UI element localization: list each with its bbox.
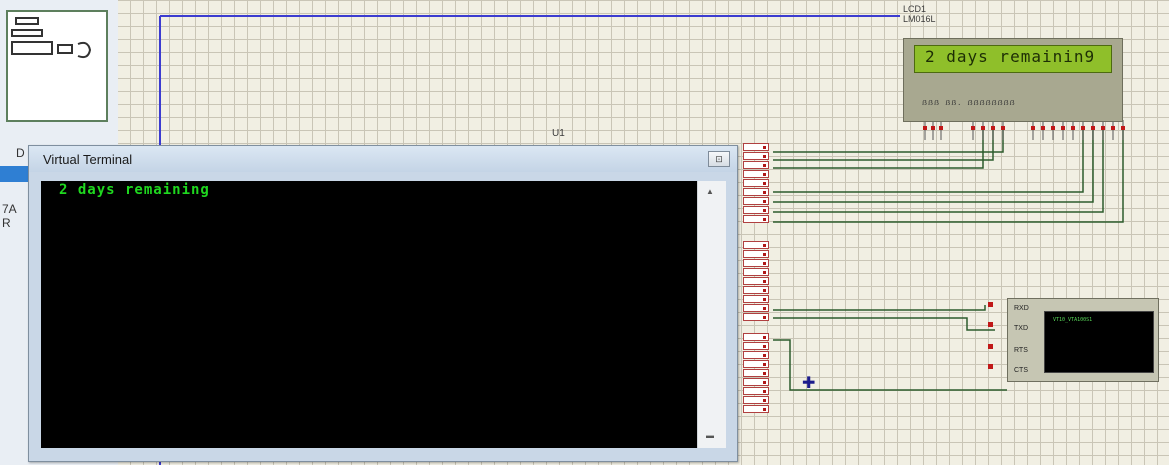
window-title: Virtual Terminal (43, 152, 133, 167)
chip-pin[interactable] (743, 268, 769, 276)
chip-pin[interactable] (743, 396, 769, 404)
virtual-terminal-component[interactable]: RXD TXD RTS CTS VT10_VTA100S1 (1007, 298, 1159, 382)
lcd-pin-labels: ẞẞẞ ẞẞ. ẞẞẞẞẞẞẞẞ (922, 99, 1016, 107)
pin-marker (988, 322, 993, 327)
chip-pin[interactable] (743, 259, 769, 267)
chip-pin[interactable] (743, 295, 769, 303)
terminal-output-text: 2 days remaining (59, 182, 210, 198)
chip-pin[interactable] (743, 277, 769, 285)
component-preview (6, 10, 108, 122)
terminal-output-area[interactable]: 2 days remaining (41, 181, 697, 448)
chip-pin[interactable] (743, 313, 769, 321)
chip-pin[interactable] (743, 333, 769, 341)
pin-marker (988, 364, 993, 369)
chip-pin[interactable] (743, 197, 769, 205)
chip-pin[interactable] (743, 250, 769, 258)
side-label-r: R (2, 216, 11, 230)
chip-pin[interactable] (743, 405, 769, 413)
pin-label-rxd: RXD (1014, 305, 1029, 312)
pin-label-rts: RTS (1014, 347, 1028, 354)
pin-marker (988, 302, 993, 307)
chip-pin[interactable] (743, 241, 769, 249)
side-label-7a: 7A (2, 202, 17, 216)
chip-pin[interactable] (743, 342, 769, 350)
crosshair-icon: ✚ (802, 373, 816, 392)
chip-u1-pins[interactable] (743, 141, 773, 413)
vertical-scrollbar[interactable]: ▲ ▬ (697, 181, 726, 448)
window-close-button[interactable]: ⊡ (708, 151, 730, 167)
chip-pin[interactable] (743, 387, 769, 395)
chip-pin[interactable] (743, 206, 769, 214)
lcd-part-label: LM016L (903, 14, 936, 24)
schematic-canvas[interactable]: D 7A R LCD1 LM016L 2 days remainin9 ẞẞẞ … (0, 0, 1169, 465)
component-preview-icon (11, 17, 92, 59)
lcd-display-text: 2 days remainin9 (925, 47, 1096, 66)
window-titlebar[interactable]: Virtual Terminal ⊡ (29, 146, 737, 172)
side-list-selection[interactable] (0, 166, 28, 182)
scroll-down-icon[interactable]: ▬ (706, 431, 714, 440)
chip-pin[interactable] (743, 369, 769, 377)
lcd-ref-label: LCD1 (903, 4, 927, 14)
chip-pin[interactable] (743, 188, 769, 196)
chip-ref-label: U1 (552, 128, 565, 139)
chip-pin[interactable] (743, 286, 769, 294)
side-label-d: D (16, 146, 25, 160)
virtual-terminal-window[interactable]: Virtual Terminal ⊡ 2 days remaining ▲ ▬ (28, 145, 738, 462)
chip-pin[interactable] (743, 351, 769, 359)
pin-label-txd: TXD (1014, 325, 1028, 332)
scroll-up-icon[interactable]: ▲ (706, 187, 714, 196)
terminal-component-screen: VT10_VTA100S1 (1044, 311, 1154, 373)
chip-pin[interactable] (743, 152, 769, 160)
chip-pin[interactable] (743, 378, 769, 386)
chip-pin[interactable] (743, 143, 769, 151)
terminal-component-screen-text: VT10_VTA100S1 (1053, 317, 1093, 323)
chip-pin[interactable] (743, 360, 769, 368)
chip-pin[interactable] (743, 304, 769, 312)
pin-marker (988, 344, 993, 349)
lcd-screen: 2 days remainin9 (914, 45, 1112, 73)
chip-pin[interactable] (743, 170, 769, 178)
chip-pin[interactable] (743, 179, 769, 187)
lcd-component[interactable]: 2 days remainin9 ẞẞẞ ẞẞ. ẞẞẞẞẞẞẞẞ (903, 38, 1123, 122)
chip-pin[interactable] (743, 215, 769, 223)
chip-pin[interactable] (743, 161, 769, 169)
pin-label-cts: CTS (1014, 367, 1028, 374)
